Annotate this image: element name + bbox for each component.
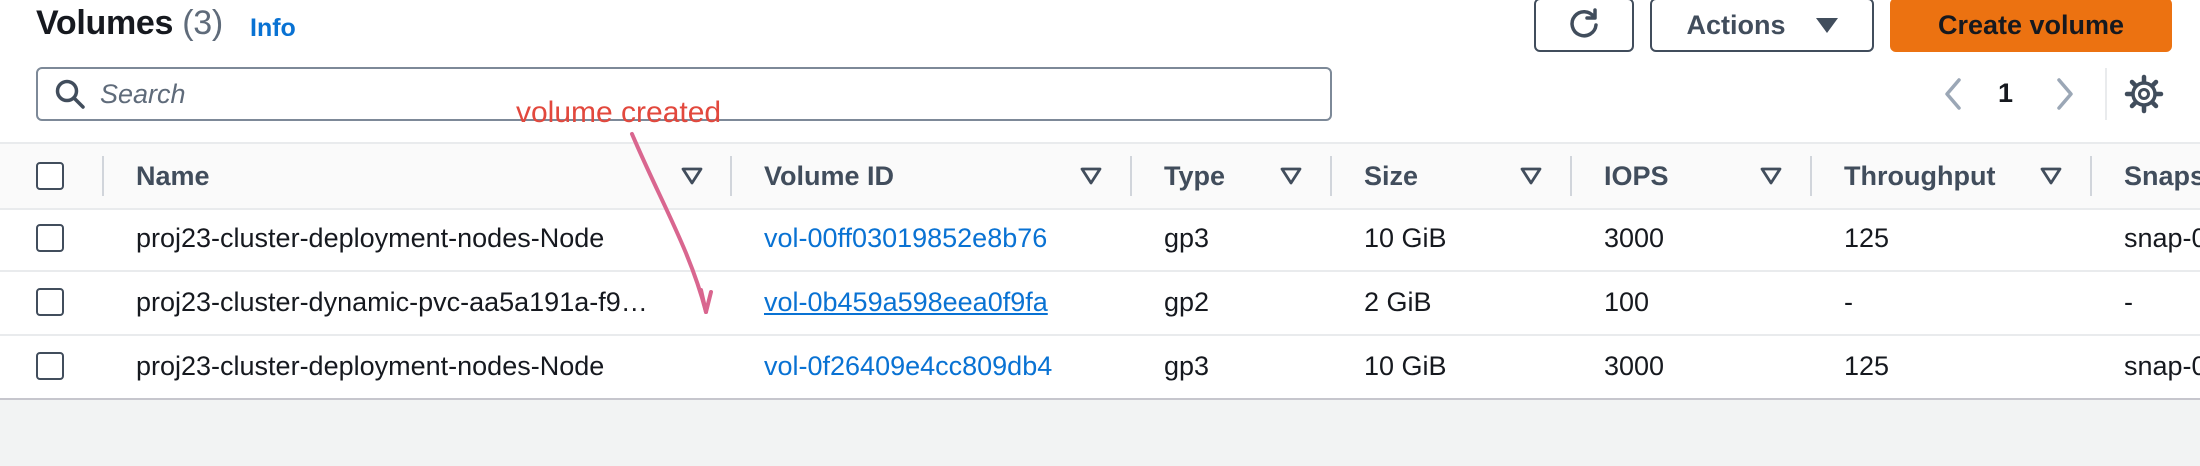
volume-throughput: 125 (1844, 350, 1890, 381)
annotation-label: volume created (516, 96, 722, 129)
column-divider (1330, 156, 1332, 196)
column-header-iops[interactable]: IOPS (1604, 144, 1669, 208)
volume-id-link[interactable]: vol-00ff03019852e8b76 (764, 206, 1047, 270)
volume-type: gp3 (1164, 222, 1210, 253)
volume-id-link[interactable]: vol-0f26409e4cc809db4 (764, 334, 1052, 398)
sort-icon[interactable] (1520, 166, 1542, 186)
resource-count: (3) (182, 4, 223, 42)
current-page[interactable]: 1 (1998, 78, 2013, 109)
sort-icon[interactable] (1280, 166, 1302, 186)
column-divider (1810, 156, 1812, 196)
pagination-divider (2105, 68, 2107, 120)
page-title: Volumes (3) (36, 4, 223, 43)
volume-name: proj23-cluster-deployment-nodes-Node (136, 350, 605, 381)
table-header: Name Volume ID Type Size IOPS Throughput… (0, 142, 2200, 210)
column-header-throughput[interactable]: Throughput (1844, 144, 1995, 208)
sort-icon[interactable] (1760, 166, 1782, 186)
volume-name: proj23-cluster-dynamic-pvc-aa5a191a-f9… (136, 286, 648, 317)
gear-icon[interactable] (2124, 74, 2164, 114)
chevron-left-icon[interactable] (1938, 74, 1968, 114)
column-header-name[interactable]: Name (136, 144, 210, 208)
sort-icon[interactable] (1080, 166, 1102, 186)
row-checkbox[interactable] (36, 288, 64, 316)
volume-iops: 3000 (1604, 350, 1665, 381)
create-volume-label: Create volume (1937, 9, 2125, 40)
create-volume-button[interactable]: Create volume (1890, 0, 2172, 52)
caret-down-icon (1815, 17, 1838, 33)
title-text: Volumes (36, 4, 174, 42)
actions-label: Actions (1686, 9, 1786, 40)
actions-dropdown[interactable]: Actions (1650, 0, 1874, 52)
column-divider (730, 156, 732, 196)
volume-iops: 3000 (1604, 222, 1665, 253)
volume-type: gp2 (1164, 286, 1210, 317)
column-divider (2090, 156, 2092, 196)
volume-size: 2 GiB (1364, 286, 1432, 317)
search-placeholder: Search (100, 78, 186, 109)
column-divider (1130, 156, 1132, 196)
volume-id-link[interactable]: vol-0b459a598eea0f9fa (764, 270, 1048, 334)
volume-throughput: - (1844, 286, 1853, 317)
sort-icon[interactable] (681, 166, 703, 186)
row-checkbox[interactable] (36, 352, 64, 380)
refresh-icon (1570, 8, 1598, 38)
table-row[interactable]: proj23-cluster-deployment-nodes-Node vol… (0, 334, 2200, 400)
volume-snapshot: snap-0 (2124, 222, 2200, 253)
column-header-size[interactable]: Size (1364, 144, 1418, 208)
volume-name: proj23-cluster-deployment-nodes-Node (136, 222, 605, 253)
volume-snapshot: - (2124, 286, 2133, 317)
page-background-footer (0, 398, 2200, 466)
info-link[interactable]: Info (250, 14, 296, 43)
volume-snapshot: snap-0 (2124, 350, 2200, 381)
volume-type: gp3 (1164, 350, 1210, 381)
refresh-button[interactable] (1534, 0, 1634, 52)
row-checkbox[interactable] (36, 224, 64, 252)
column-divider (102, 156, 104, 196)
volume-iops: 100 (1604, 286, 1650, 317)
select-all-checkbox[interactable] (36, 162, 64, 190)
volume-size: 10 GiB (1364, 350, 1447, 381)
table-row[interactable]: proj23-cluster-dynamic-pvc-aa5a191a-f9… … (0, 270, 2200, 336)
column-header-type[interactable]: Type (1164, 144, 1225, 208)
column-header-volume-id[interactable]: Volume ID (764, 144, 894, 208)
column-header-snapshot[interactable]: Snapshot (2124, 144, 2200, 208)
volume-size: 10 GiB (1364, 222, 1447, 253)
column-divider (1570, 156, 1572, 196)
sort-icon[interactable] (2040, 166, 2062, 186)
table-row[interactable]: proj23-cluster-deployment-nodes-Node vol… (0, 206, 2200, 272)
volume-throughput: 125 (1844, 222, 1890, 253)
chevron-right-icon[interactable] (2050, 74, 2080, 114)
search-icon (55, 79, 85, 109)
